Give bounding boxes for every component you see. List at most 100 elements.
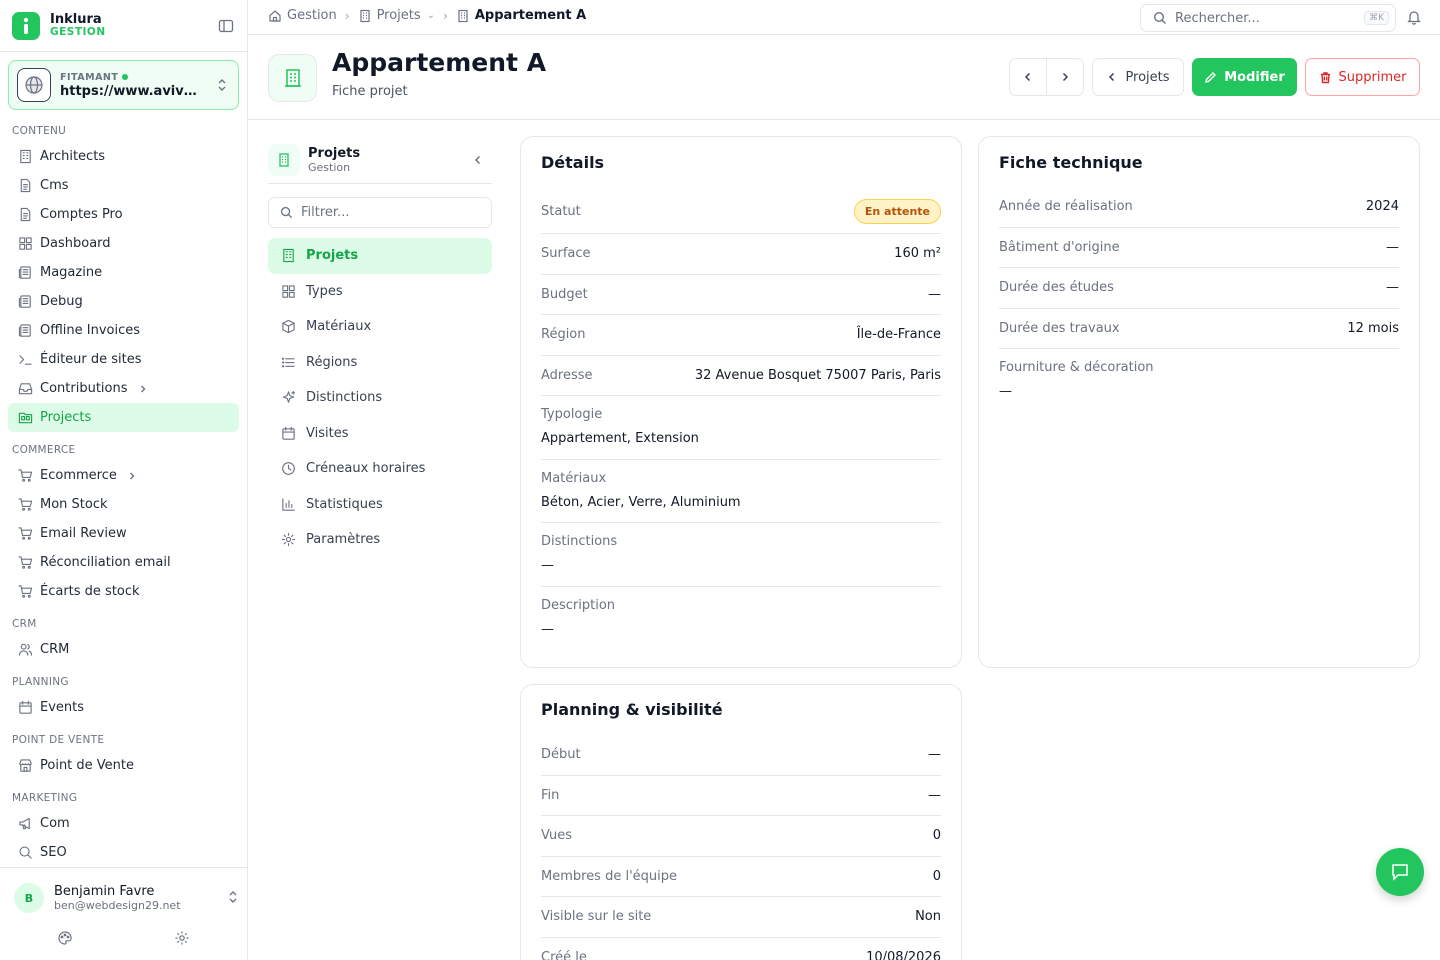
bell-icon[interactable]	[1406, 9, 1424, 27]
breadcrumb-home[interactable]: Gestion	[268, 8, 337, 23]
sidebar: Inklura GESTION FITAMANT https://www.avi…	[0, 0, 248, 960]
row-value: —	[1386, 239, 1399, 255]
building-icon	[458, 9, 468, 22]
sidebar-item-reconciliation-email[interactable]: Réconciliation email	[8, 548, 239, 577]
subnav-item-label: Créneaux horaires	[306, 461, 426, 477]
subnav-item-distinctions[interactable]: Distinctions	[268, 380, 492, 416]
row-value: Île-de-France	[856, 327, 941, 343]
nav-section-planning: PLANNING	[12, 676, 69, 688]
delete-button[interactable]: Supprimer	[1305, 58, 1420, 96]
chevron-right-icon: ›	[443, 8, 448, 23]
sidebar-toggle-icon[interactable]	[216, 16, 236, 36]
sidebar-item-label: Mon Stock	[40, 497, 108, 512]
site-switcher[interactable]: FITAMANT https://www.avivre-architecture…	[8, 60, 239, 110]
sidebar-item-seo[interactable]: SEO	[8, 838, 239, 866]
sidebar-item-dashboard[interactable]: Dashboard	[8, 229, 239, 258]
row-label: Début	[541, 747, 581, 763]
building-icon	[268, 143, 300, 176]
cart-icon	[17, 584, 33, 600]
app-root: Inklura GESTION FITAMANT https://www.avi…	[0, 0, 1440, 960]
subnav-item-label: Projets	[306, 248, 359, 264]
row-value: —	[928, 286, 941, 302]
subnav-item-visites[interactable]: Visites	[268, 416, 492, 452]
sidebar-item-email-review[interactable]: Email Review	[8, 519, 239, 548]
calendar-icon	[280, 425, 296, 441]
building-icon	[268, 54, 317, 102]
sidebar-item-cms[interactable]: Cms	[8, 171, 239, 200]
edit-button[interactable]: Modifier	[1192, 58, 1297, 96]
sidebar-item-ecarts-de-stock[interactable]: Écarts de stock	[8, 577, 239, 606]
row-value: —	[1386, 280, 1399, 296]
filter-input[interactable]: Filtrer...	[268, 197, 492, 228]
stack-label: Description	[541, 597, 616, 613]
gear-icon	[280, 532, 296, 548]
subnav-item-creneaux-horaires[interactable]: Créneaux horaires	[268, 451, 492, 487]
users-icon	[17, 642, 33, 658]
site-url: https://www.avivre-architecture.fr	[60, 83, 202, 99]
row-label: Surface	[541, 246, 591, 262]
cart-icon	[17, 526, 33, 542]
stack-value: Béton, Acier, Verre, Aluminium	[541, 494, 741, 510]
subnav-item-types[interactable]: Types	[268, 274, 492, 310]
collapse-subnav-icon[interactable]	[468, 154, 488, 166]
search-input[interactable]: Rechercher... ⌘K	[1140, 4, 1396, 32]
sidebar-item-com[interactable]: Com	[8, 809, 239, 838]
previous-record-button[interactable]	[1010, 59, 1046, 95]
newspaper-icon	[17, 323, 33, 339]
sidebar-item-comptes-pro[interactable]: Comptes Pro	[8, 200, 239, 229]
sidebar-item-label: Éditeur de sites	[40, 352, 142, 367]
planning-row-visible-sur-le-site: Visible sur le site Non	[541, 897, 941, 938]
subnav-item-parametres[interactable]: Paramètres	[268, 522, 492, 558]
row-value: 160 m²	[894, 246, 941, 262]
brand[interactable]: Inklura GESTION	[12, 10, 236, 42]
palette-icon[interactable]	[57, 930, 73, 946]
terminal-icon	[17, 352, 33, 368]
user-block: B Benjamin Favre ben@webdesign29.net	[0, 867, 247, 960]
stack-label: Distinctions	[541, 534, 618, 549]
subnav-item-materiaux[interactable]: Matériaux	[268, 309, 492, 345]
sidebar-item-crm[interactable]: CRM	[8, 635, 239, 664]
sidebar-item-projects[interactable]: Projects	[8, 403, 239, 432]
tech-row-duree-des-etudes: Durée des études —	[999, 268, 1399, 309]
subnav-item-regions[interactable]: Régions	[268, 345, 492, 381]
sidebar-item-editeur-de-sites[interactable]: Éditeur de sites	[8, 345, 239, 374]
subnav-item-projets[interactable]: Projets	[268, 238, 492, 274]
user-menu[interactable]: B Benjamin Favre ben@webdesign29.net	[14, 883, 238, 913]
sidebar-item-label: Cms	[40, 178, 69, 193]
back-to-projects-button[interactable]: Projets	[1092, 58, 1184, 96]
home-icon	[269, 9, 281, 22]
chat-button[interactable]	[1376, 848, 1424, 896]
sidebar-item-point-de-vente[interactable]: Point de Vente	[8, 751, 239, 780]
breadcrumb-parent[interactable]: Projets ⌄	[358, 8, 435, 23]
breadcrumb-current: Appartement A	[456, 8, 586, 23]
subnav-item-statistiques[interactable]: Statistiques	[268, 487, 492, 523]
sidebar-item-mon-stock[interactable]: Mon Stock	[8, 490, 239, 519]
sidebar-item-label: Réconciliation email	[40, 555, 171, 570]
sidebar-item-architects[interactable]: Architects	[8, 142, 239, 171]
details-row-status: Statut En attente	[541, 189, 941, 234]
row-label: Durée des études	[999, 280, 1114, 296]
subnav-item-label: Visites	[306, 425, 349, 441]
sidebar-item-label: Com	[40, 816, 70, 831]
sidebar-item-label: SEO	[40, 845, 67, 860]
planning-row-fin: Fin —	[541, 776, 941, 816]
next-record-button[interactable]	[1046, 59, 1083, 95]
details-stack-description: Description —	[541, 587, 941, 651]
row-label: Membres de l'équipe	[541, 868, 678, 884]
sidebar-item-ecommerce[interactable]: Ecommerce	[8, 461, 239, 490]
sidebar-item-events[interactable]: Events	[8, 693, 239, 722]
sidebar-item-debug[interactable]: Debug	[8, 287, 239, 316]
gear-icon[interactable]	[174, 930, 190, 946]
row-label: Visible sur le site	[541, 909, 652, 925]
status-badge: En attente	[853, 198, 941, 224]
megaphone-icon	[17, 816, 33, 832]
sidebar-item-contributions[interactable]: Contributions	[8, 374, 239, 403]
newspaper-icon	[17, 294, 33, 310]
trash-icon	[1320, 71, 1330, 83]
brand-logo-icon	[12, 12, 40, 40]
chevron-down-icon[interactable]: ⌄	[427, 10, 435, 21]
planning-title: Planning & visibilité	[541, 700, 723, 719]
sidebar-item-magazine[interactable]: Magazine	[8, 258, 239, 287]
sidebar-item-offline-invoices[interactable]: Offline Invoices	[8, 316, 239, 345]
pencil-icon	[1205, 71, 1217, 83]
